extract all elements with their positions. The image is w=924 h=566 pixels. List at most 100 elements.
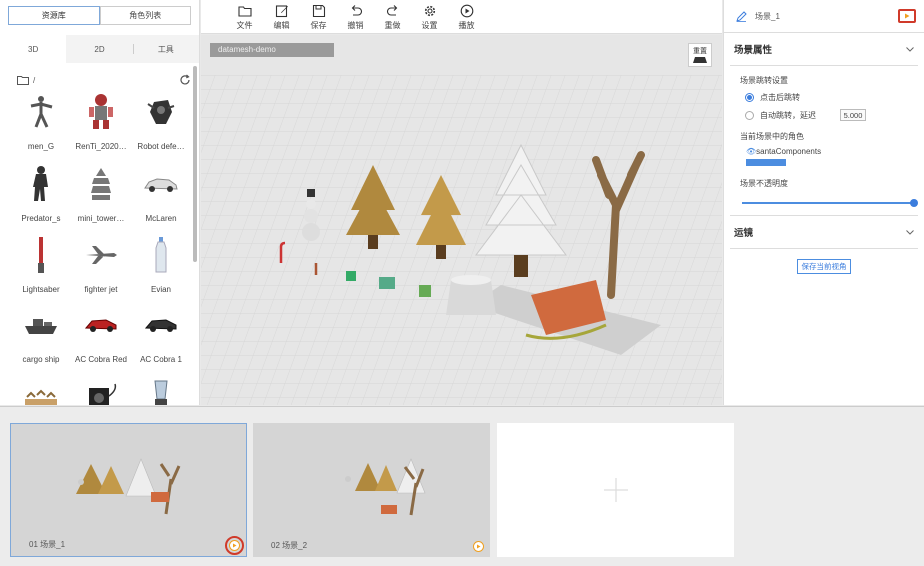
scene-name: 场景_1 [755, 11, 780, 21]
asset-label: Predator_s [21, 214, 61, 223]
asset-item[interactable]: Lightsaber [12, 235, 70, 294]
tab-tools[interactable]: 工具 [132, 35, 199, 63]
characters-label: 当前场景中的角色 [740, 132, 804, 141]
refresh-icon[interactable] [179, 74, 191, 86]
chevron-down-icon [906, 46, 914, 52]
asset-label: AC Cobra 1 [140, 355, 182, 364]
car-red-icon [72, 305, 130, 345]
radio-auto-jump[interactable] [745, 110, 754, 120]
tab-3d[interactable]: 3D [0, 35, 67, 63]
opacity-slider[interactable] [742, 199, 918, 207]
character-color-bar [746, 159, 786, 166]
section-title: 运镜 [734, 228, 754, 239]
edit-icon [275, 5, 288, 18]
asset-item[interactable]: mini_tower… [72, 164, 130, 223]
option-label: 点击后跳转 [760, 93, 800, 102]
speaker-icon [72, 376, 130, 405]
tower-icon [72, 164, 130, 204]
scene-header: 场景_1 [724, 0, 924, 33]
asset-item[interactable] [132, 376, 190, 405]
tab-character-list[interactable]: 角色列表 [99, 6, 191, 25]
settings-button[interactable]: 设置 [411, 0, 448, 33]
scene-thumbnail [345, 458, 426, 516]
pencil-icon[interactable] [736, 10, 747, 22]
character-item[interactable]: 👁santaComponents [724, 147, 924, 156]
asset-item[interactable]: cargo ship [12, 305, 70, 364]
redo-icon [386, 5, 397, 16]
save-label: 保存 [310, 21, 327, 30]
scene-thumbnail [76, 458, 181, 515]
radio-click-jump[interactable] [745, 93, 754, 102]
asset-item[interactable]: fighter jet [72, 235, 130, 294]
asset-grid: men_G RenTi_2020… Robot defe… Predator_s… [12, 92, 190, 405]
scene-timeline: 01 场景_1 02 场景_2 [0, 406, 924, 566]
asset-item[interactable]: McLaren [132, 164, 190, 223]
option-click-jump: 点击后跳转 [724, 92, 924, 103]
settings-label: 设置 [421, 21, 438, 30]
scene-card[interactable]: 02 场景_2 [253, 423, 490, 557]
eye-icon[interactable]: 👁 [746, 147, 756, 156]
delay-input[interactable]: 5.000 [840, 109, 866, 121]
scene-card-label: 02 场景_2 [271, 541, 308, 550]
toolbar: 文件 编辑 保存 撤销 重做 设置 播放 [201, 0, 722, 34]
asset-label: fighter jet [84, 285, 118, 294]
scene-play-button[interactable] [225, 536, 244, 555]
asset-item[interactable]: men_G [12, 92, 70, 151]
deer-icon [12, 376, 70, 405]
undo-icon [351, 5, 362, 16]
asset-item[interactable] [12, 376, 70, 405]
asset-item[interactable]: AC Cobra 1 [132, 305, 190, 364]
file-label: 文件 [236, 21, 253, 30]
blender-icon [132, 376, 190, 405]
asset-item[interactable]: RenTi_2020… [72, 92, 130, 151]
asset-item[interactable] [72, 376, 130, 405]
asset-scrollbar[interactable] [193, 66, 197, 262]
camera-header[interactable]: 运镜 [724, 216, 924, 248]
scene-card[interactable]: 01 场景_1 [10, 423, 247, 557]
edit-button[interactable]: 编辑 [263, 0, 300, 33]
redo-button[interactable]: 重做 [374, 0, 411, 33]
asset-label: cargo ship [22, 355, 60, 364]
folder-icon[interactable] [17, 75, 29, 85]
asset-item[interactable]: AC Cobra Red [72, 305, 130, 364]
undo-button[interactable]: 撤销 [337, 0, 374, 33]
asset-item[interactable]: Evian [132, 235, 190, 294]
play-icon [233, 543, 237, 548]
plus-icon [603, 478, 628, 502]
asset-item[interactable]: Robot defe… [132, 92, 190, 151]
add-scene-button[interactable] [497, 423, 734, 557]
play-icon [460, 4, 473, 18]
play-button[interactable]: 播放 [448, 0, 485, 33]
redo-label: 重做 [384, 21, 401, 30]
scene-card-label: 01 场景_1 [29, 540, 66, 549]
tab-2d[interactable]: 2D [66, 35, 132, 63]
car-dark-icon [132, 305, 190, 345]
asset-label: McLaren [145, 214, 177, 223]
slider-knob[interactable] [910, 199, 918, 207]
preview-play-button[interactable] [898, 9, 916, 23]
asset-label: Evian [150, 285, 171, 294]
tab-resource-library[interactable]: 资源库 [8, 6, 100, 25]
reset-view-button[interactable]: 重置 [688, 43, 712, 67]
car-white-icon [132, 164, 190, 204]
path-bar: / [0, 69, 199, 91]
folder-icon [237, 6, 252, 17]
play-icon [477, 544, 481, 549]
predator-icon [12, 164, 70, 204]
save-button[interactable]: 保存 [300, 0, 337, 33]
save-view-button[interactable]: 保存当前视角 [797, 259, 851, 274]
edit-label: 编辑 [273, 21, 290, 30]
file-button[interactable]: 文件 [226, 0, 263, 33]
project-name-label: datamesh-demo [210, 43, 334, 57]
asset-item[interactable]: Predator_s [12, 164, 70, 223]
ship-icon [12, 305, 70, 345]
robot-red-icon [72, 92, 130, 132]
scene-properties-header[interactable]: 场景属性 [724, 33, 924, 65]
asset-label: Robot defe… [137, 142, 185, 151]
jump-settings-label: 场景跳转设置 [740, 76, 788, 85]
scene-viewport[interactable]: datamesh-demo 重置 [201, 35, 722, 405]
reset-label: 重置 [693, 48, 707, 55]
play-label: 播放 [458, 21, 475, 30]
scene-canvas [201, 35, 722, 405]
scene-play-button[interactable] [473, 541, 484, 552]
